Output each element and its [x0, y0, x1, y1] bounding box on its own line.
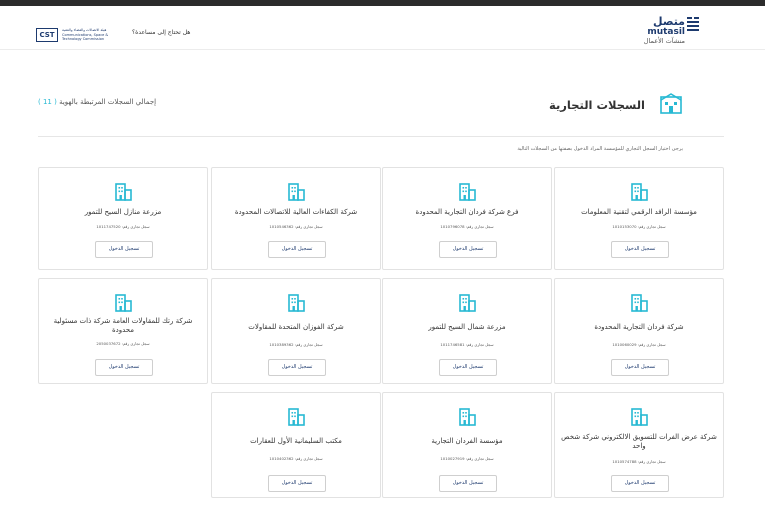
record-name: شركة عرض الفرات للتسويق الالكتروني شركة …: [561, 433, 717, 450]
login-button[interactable]: تسجيل الدخول: [268, 359, 326, 376]
mutasil-logo-icon: [687, 17, 699, 31]
record-name: شركة رتك للمقاولات العامة شركة ذات مسئول…: [53, 317, 193, 334]
login-button[interactable]: تسجيل الدخول: [439, 241, 497, 258]
record-card: مكتب السليمانية الأول للعقارات سجل تجاري …: [211, 392, 381, 498]
login-button[interactable]: تسجيل الدخول: [439, 475, 497, 492]
record-number: سجل تجاري رقم: 1010402362: [269, 456, 323, 461]
record-number: سجل تجاري رقم: 1010389362: [269, 342, 323, 347]
page-title: السجلات التجارية: [548, 98, 645, 112]
building-icon: [459, 408, 476, 426]
building-icon: [459, 294, 476, 312]
brand-subtitle: منشآت الأعمال: [643, 37, 685, 45]
record-name: مكتب السليمانية الأول للعقارات: [250, 437, 342, 445]
login-button[interactable]: تسجيل الدخول: [268, 475, 326, 492]
record-number: سجل تجاري رقم: 1011746581: [440, 342, 494, 347]
record-name: مزرعة شمال السيح للتمور: [428, 323, 506, 331]
instruction-text: يرجى اختيار السجل التجاري للمؤسسة المراد…: [517, 146, 683, 152]
building-icon: [660, 93, 682, 114]
building-icon: [631, 294, 648, 312]
record-card: فرع شركة فردان التجارية المحدودة سجل تجار…: [382, 167, 552, 270]
building-icon: [115, 294, 132, 312]
brand-name-ar: متصل: [653, 15, 685, 28]
building-icon: [631, 183, 648, 201]
cst-logo-mark: CST: [36, 28, 58, 42]
building-icon: [631, 408, 648, 426]
cst-logo-text: هيئة الاتصالات والفضاء والتقنية Communic…: [62, 28, 109, 41]
record-card: شركة رتك للمقاولات العامة شركة ذات مسئول…: [38, 278, 208, 384]
building-icon: [288, 408, 305, 426]
total-count: ( 11 ): [38, 98, 57, 106]
linked-records-total: إجمالي السجلات المرتبطة بالهوية ( 11 ): [38, 98, 156, 106]
record-number: سجل تجاري رقم: 1010060029: [612, 342, 666, 347]
record-name: شركة الكفاءات العالية للاتصالات المحدودة: [234, 208, 358, 216]
record-card: شركة الكفاءات العالية للاتصالات المحدودة…: [211, 167, 381, 270]
cst-logo: CST هيئة الاتصالات والفضاء والتقنية Comm…: [36, 28, 124, 42]
record-number: سجل تجاري رقم: 2050037672: [96, 341, 150, 346]
building-icon: [288, 183, 305, 201]
mutasil-logo[interactable]: متصل mutasil منشآت الأعمال: [644, 16, 685, 45]
record-card: شركة فردان التجارية المحدودة سجل تجاري رق…: [554, 278, 724, 384]
record-number: سجل تجاري رقم: 1010153070: [612, 224, 666, 229]
record-number: سجل تجاري رقم: 1010027919: [440, 456, 494, 461]
record-name: مؤسسة الفردان التجارية: [431, 437, 503, 445]
login-button[interactable]: تسجيل الدخول: [95, 241, 153, 258]
record-card: مؤسسة الرافد الرقمي لتقنية المعلومات سجل …: [554, 167, 724, 270]
record-number: سجل تجاري رقم: 1010574788: [612, 459, 666, 464]
help-link[interactable]: هل تحتاج إلى مساعدة؟: [132, 29, 190, 36]
record-card: شركة عرض الفرات للتسويق الالكتروني شركة …: [554, 392, 724, 498]
record-number: سجل تجاري رقم: 1010546362: [269, 224, 323, 229]
login-button[interactable]: تسجيل الدخول: [268, 241, 326, 258]
building-icon: [288, 294, 305, 312]
record-number: سجل تجاري رقم: 1010796078: [440, 224, 494, 229]
record-card: شركة الفوزان المتحدة للمقاولات سجل تجاري …: [211, 278, 381, 384]
record-name: شركة الفوزان المتحدة للمقاولات: [248, 323, 344, 331]
building-icon: [115, 183, 132, 201]
login-button[interactable]: تسجيل الدخول: [611, 241, 669, 258]
total-label: إجمالي السجلات المرتبطة بالهوية: [59, 98, 157, 106]
login-button[interactable]: تسجيل الدخول: [611, 475, 669, 492]
building-icon: [459, 183, 476, 201]
record-card: مزرعة شمال السيح للتمور سجل تجاري رقم: 10…: [382, 278, 552, 384]
header: CST هيئة الاتصالات والفضاء والتقنية Comm…: [0, 6, 765, 50]
record-card: مزرعة منازل السيح للتمور سجل تجاري رقم: 1…: [38, 167, 208, 270]
record-name: فرع شركة فردان التجارية المحدودة: [415, 208, 519, 216]
record-number: سجل تجاري رقم: 1011747520: [96, 224, 150, 229]
login-button[interactable]: تسجيل الدخول: [439, 359, 497, 376]
login-button[interactable]: تسجيل الدخول: [95, 359, 153, 376]
record-name: مؤسسة الرافد الرقمي لتقنية المعلومات: [581, 208, 697, 216]
divider: [38, 136, 724, 137]
brand-name-en: mutasil: [647, 27, 685, 37]
login-button[interactable]: تسجيل الدخول: [611, 359, 669, 376]
record-name: شركة فردان التجارية المحدودة: [594, 323, 684, 331]
record-name: مزرعة منازل السيح للتمور: [84, 208, 162, 216]
record-card: مؤسسة الفردان التجارية سجل تجاري رقم: 101…: [382, 392, 552, 498]
